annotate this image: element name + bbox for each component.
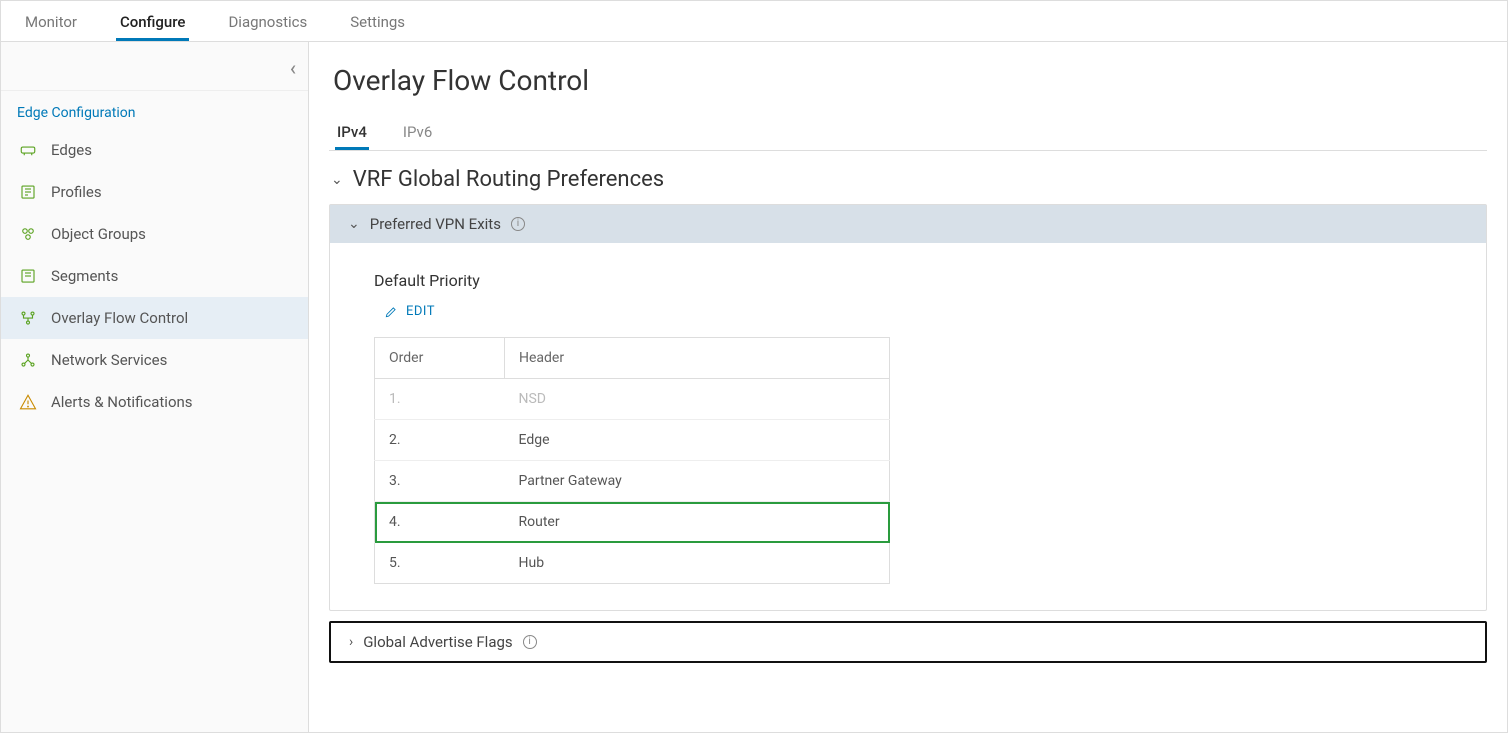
cell-header: Router	[505, 502, 890, 543]
sidebar-item-network-services[interactable]: Network Services	[1, 339, 308, 381]
tab-monitor[interactable]: Monitor	[21, 3, 81, 41]
cell-header: Edge	[505, 420, 890, 461]
sidebar-item-label: Overlay Flow Control	[51, 309, 188, 327]
sidebar-item-label: Network Services	[51, 351, 167, 369]
sidebar-item-edges[interactable]: Edges	[1, 129, 308, 171]
sidebar-item-label: Alerts & Notifications	[51, 393, 193, 411]
panel-preferred-vpn-exits: ⌄ Preferred VPN Exits i Default Priority…	[329, 204, 1487, 611]
sub-tab-ipv4[interactable]: IPv4	[335, 115, 369, 150]
cell-order: 2.	[375, 420, 505, 461]
cell-header: NSD	[505, 379, 890, 420]
object-groups-icon	[19, 225, 37, 243]
table-row: 2. Edge	[375, 420, 890, 461]
panel-title: Preferred VPN Exits	[370, 215, 501, 233]
priority-table: Order Header 1. NSD 2. Edge	[374, 337, 890, 584]
cell-order: 1.	[375, 379, 505, 420]
main-content: Overlay Flow Control IPv4 IPv6 ⌄ VRF Glo…	[309, 42, 1507, 732]
top-tabs: Monitor Configure Diagnostics Settings	[1, 1, 1507, 42]
info-icon[interactable]: i	[523, 635, 537, 649]
chevron-down-icon: ⌄	[331, 172, 343, 188]
table-row-highlighted: 4. Router	[375, 502, 890, 543]
alerts-icon	[19, 393, 37, 411]
sidebar-item-overlay-flow-control[interactable]: Overlay Flow Control	[1, 297, 308, 339]
sub-tab-ipv6[interactable]: IPv6	[401, 115, 434, 150]
sub-tabs: IPv4 IPv6	[329, 115, 1487, 151]
cell-order: 5.	[375, 543, 505, 584]
profiles-icon	[19, 183, 37, 201]
sidebar-item-segments[interactable]: Segments	[1, 255, 308, 297]
cell-order: 3.	[375, 461, 505, 502]
panel-global-advertise-flags: › Global Advertise Flags i	[329, 621, 1487, 663]
info-icon[interactable]: i	[511, 217, 525, 231]
col-header: Header	[505, 338, 890, 379]
chevron-down-icon: ⌄	[348, 216, 360, 232]
sidebar: ‹‹ Edge Configuration Edges Profiles Obj…	[1, 42, 309, 732]
section-title: VRF Global Routing Preferences	[353, 167, 664, 192]
default-priority-heading: Default Priority	[374, 271, 1442, 290]
tab-diagnostics[interactable]: Diagnostics	[224, 3, 311, 41]
sidebar-item-object-groups[interactable]: Object Groups	[1, 213, 308, 255]
section-header[interactable]: ⌄ VRF Global Routing Preferences	[329, 167, 1487, 192]
page-title: Overlay Flow Control	[329, 64, 1487, 97]
panel-header-preferred-exits[interactable]: ⌄ Preferred VPN Exits i	[330, 205, 1486, 243]
pencil-icon	[384, 305, 398, 319]
sidebar-section-title: Edge Configuration	[1, 91, 308, 129]
tab-settings[interactable]: Settings	[346, 3, 409, 41]
table-row: 5. Hub	[375, 543, 890, 584]
sidebar-item-profiles[interactable]: Profiles	[1, 171, 308, 213]
chevron-right-icon: ›	[349, 634, 353, 650]
sidebar-item-label: Profiles	[51, 183, 102, 201]
cell-header: Partner Gateway	[505, 461, 890, 502]
panel-title: Global Advertise Flags	[363, 633, 512, 651]
tab-configure[interactable]: Configure	[116, 3, 189, 41]
table-row: 1. NSD	[375, 379, 890, 420]
sidebar-item-label: Segments	[51, 267, 118, 285]
sidebar-item-label: Edges	[51, 141, 92, 159]
sidebar-item-label: Object Groups	[51, 225, 146, 243]
edges-icon	[19, 141, 37, 159]
overlay-flow-icon	[19, 309, 37, 327]
edit-button[interactable]: EDIT	[384, 304, 435, 319]
cell-header: Hub	[505, 543, 890, 584]
table-row: 3. Partner Gateway	[375, 461, 890, 502]
edit-label: EDIT	[406, 304, 435, 319]
panel-header-global-flags[interactable]: › Global Advertise Flags i	[331, 623, 1485, 661]
cell-order: 4.	[375, 502, 505, 543]
sidebar-item-alerts[interactable]: Alerts & Notifications	[1, 381, 308, 423]
segments-icon	[19, 267, 37, 285]
col-order: Order	[375, 338, 505, 379]
network-services-icon	[19, 351, 37, 369]
